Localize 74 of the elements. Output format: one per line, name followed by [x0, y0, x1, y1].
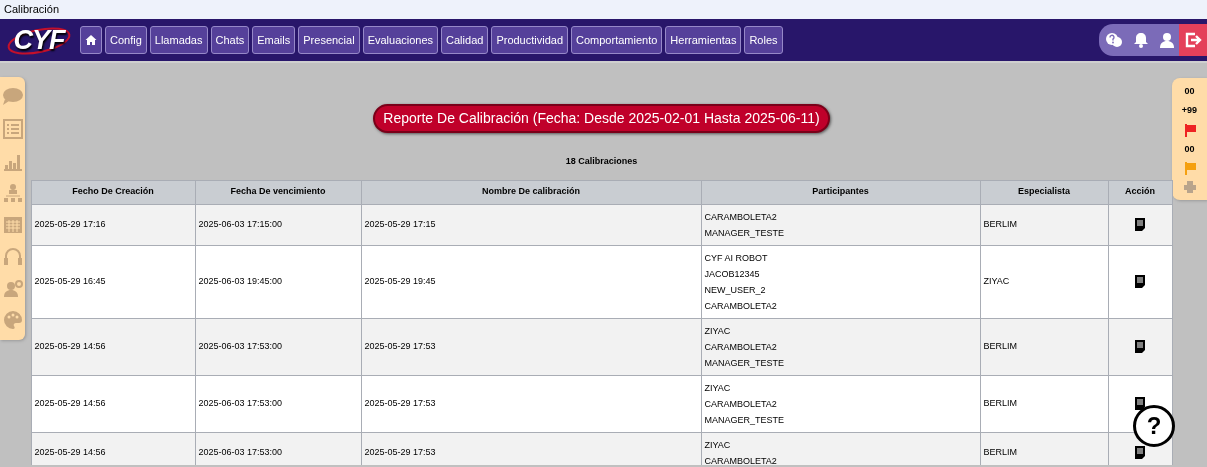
- help-chat-icon[interactable]: [1105, 32, 1123, 48]
- participant-name: CARAMBOLETA2: [704, 454, 778, 465]
- table-cell: 2025-05-29 17:53: [361, 318, 701, 375]
- participant-name: JACOB12345: [704, 267, 761, 281]
- document-icon[interactable]: [1135, 339, 1145, 353]
- table-cell: 2025-05-29 16:45: [31, 245, 195, 318]
- column-header: Acción: [1108, 180, 1172, 204]
- participant-name: CARAMBOLETA2: [704, 340, 778, 354]
- participant-name: ZIYAC: [704, 324, 732, 338]
- table-cell: ZIYAC: [980, 245, 1108, 318]
- table-cell: 2025-05-29 14:56: [31, 375, 195, 432]
- palette-icon[interactable]: [2, 310, 23, 331]
- participant-name: ZIYAC: [704, 438, 732, 452]
- table-cell: 2025-05-29 19:45: [361, 245, 701, 318]
- list-icon[interactable]: [2, 118, 23, 139]
- user-icon[interactable]: [1159, 32, 1175, 48]
- nav-menu-button[interactable]: Comportamiento: [571, 26, 663, 54]
- nav-menu-button[interactable]: Presencial: [298, 26, 360, 54]
- nav-menu-button[interactable]: Config: [105, 26, 147, 54]
- table-cell: 2025-06-03 19:45:00: [195, 245, 361, 318]
- participant-name: MANAGER_TESTE: [704, 413, 785, 427]
- column-header: Fecha De vencimiento: [195, 180, 361, 204]
- table-cell: 2025-06-03 17:53:00: [195, 375, 361, 432]
- nav-menu-button[interactable]: Llamadas: [149, 26, 208, 54]
- calendar-icon[interactable]: [2, 214, 23, 235]
- headphones-icon[interactable]: [2, 246, 23, 267]
- counter[interactable]: +99: [1181, 104, 1198, 118]
- participant-name: MANAGER_TESTE: [704, 226, 785, 240]
- document-icon[interactable]: [1135, 217, 1145, 231]
- column-header: Nombre De calibración: [361, 180, 701, 204]
- participant-name: CYF AI ROBOT: [704, 251, 769, 265]
- org-chart-icon[interactable]: [2, 182, 23, 203]
- document-icon[interactable]: [1135, 445, 1145, 459]
- counter[interactable]: 00: [1184, 84, 1195, 99]
- table-cell: 2025-06-03 17:53:00: [195, 318, 361, 375]
- nav-menu-button[interactable]: Emails: [252, 26, 296, 54]
- table-cell: 2025-05-29 17:15: [361, 204, 701, 245]
- nav-menu-button[interactable]: Herramientas: [665, 26, 742, 54]
- window-title: Calibración: [4, 2, 60, 18]
- nav-menu-button[interactable]: Chats: [210, 26, 250, 54]
- participant-name: ZIYAC: [704, 381, 732, 395]
- table-cell: 2025-05-29 14:56: [31, 318, 195, 375]
- home-button[interactable]: [80, 26, 102, 54]
- participant-name: NEW_USER_2: [704, 283, 767, 297]
- table-cell: BERLIM: [980, 204, 1108, 245]
- counter[interactable]: 00: [1184, 142, 1195, 157]
- table-cell: 2025-05-29 17:53: [361, 375, 701, 432]
- column-header: Fecho De Creación: [31, 180, 195, 204]
- home-icon: [85, 34, 97, 46]
- participant-name: CARAMBOLETA2: [704, 397, 778, 411]
- participant-name: MANAGER_TESTE: [704, 356, 785, 370]
- table-cell: 2025-05-29 17:16: [31, 204, 195, 245]
- document-icon[interactable]: [1135, 274, 1145, 288]
- nav-menu-button[interactable]: Evaluaciones: [362, 26, 439, 54]
- nav-menu-button[interactable]: Calidad: [441, 26, 489, 54]
- flag-icon[interactable]: [1183, 123, 1196, 137]
- notification-bell-icon[interactable]: [1133, 32, 1149, 48]
- table-cell: 2025-05-29 14:56: [31, 432, 195, 465]
- participant-name: CARAMBOLETA2: [704, 210, 778, 224]
- table-cell: BERLIM: [980, 318, 1108, 375]
- participant-name: CARAMBOLETA2: [704, 299, 778, 313]
- calibration-count: 18 Calibraciones: [565, 155, 638, 168]
- table-cell: BERLIM: [980, 375, 1108, 432]
- table-cell: 2025-06-03 17:15:00: [195, 204, 361, 245]
- chat-bubble-icon[interactable]: [2, 86, 23, 107]
- logout-button[interactable]: [1179, 24, 1207, 56]
- column-header: Participantes: [701, 180, 980, 204]
- document-icon[interactable]: [1135, 396, 1145, 410]
- nav-menu-button[interactable]: Roles: [744, 26, 783, 54]
- nav-menu-button[interactable]: Productividad: [491, 26, 569, 54]
- logout-icon: [1184, 32, 1202, 48]
- report-title: Reporte De Calibración (Fecha: Desde 2025-02-01 Hasta 2025-06-11): [373, 104, 830, 133]
- user-gear-icon[interactable]: [2, 278, 23, 299]
- column-header: Especialista: [980, 180, 1108, 204]
